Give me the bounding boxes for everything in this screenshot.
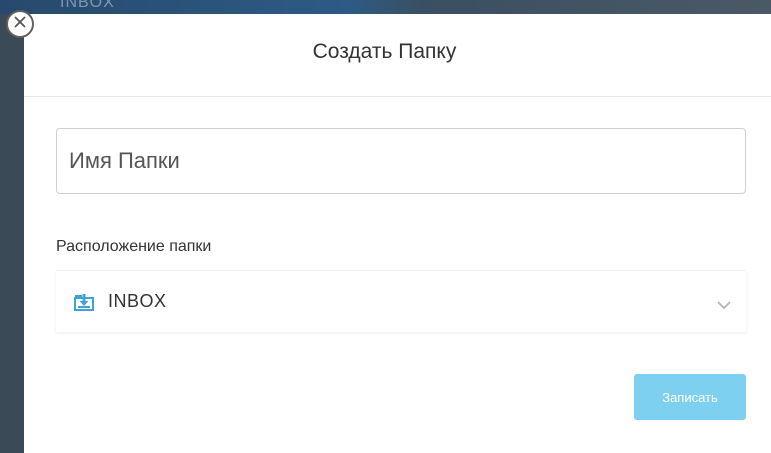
close-button[interactable] [6,10,34,38]
folder-name-input[interactable] [56,128,746,194]
chevron-down-icon [716,297,732,309]
background-inbox-label: INBOX [60,0,115,11]
close-icon [11,13,29,36]
dialog-header: Создать Папку [24,14,771,97]
background-header-strip [0,0,771,14]
folder-location-value: INBOX [108,291,167,311]
folder-location-select[interactable]: INBOX [56,270,746,332]
dialog-title: Создать Папку [312,40,457,63]
folder-location-label: Расположение папки [56,238,212,255]
save-button[interactable]: Записать [634,374,746,420]
inbox-folder-icon [74,293,94,311]
create-folder-dialog: Создать Папку Расположение папки INBOX З… [24,14,771,453]
